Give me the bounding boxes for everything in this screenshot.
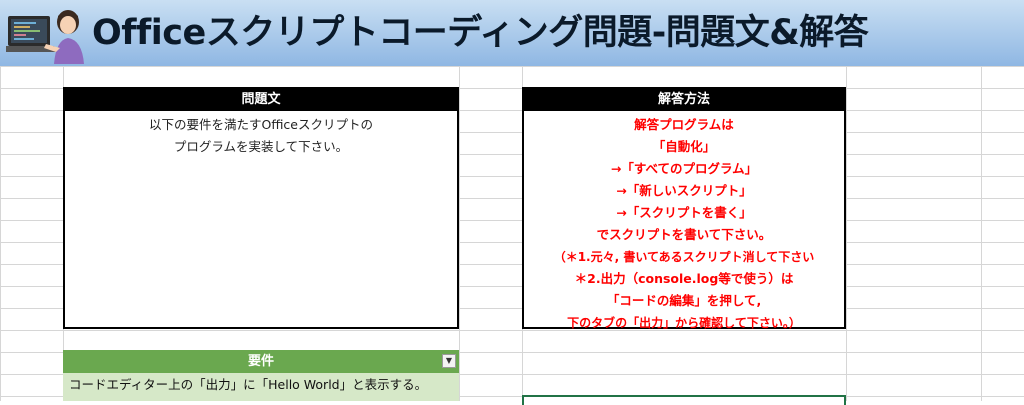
question-text: 以下の要件を満たすOfficeスクリプトの プログラムを実装して下さい。 <box>65 111 457 158</box>
column-divider <box>459 66 460 401</box>
answer-panel-header: 解答方法 <box>524 89 844 111</box>
answer-method-panel: 解答方法 解答プログラムは 「自動化」 →「すべてのプログラム」 →「新しいスク… <box>522 87 846 330</box>
instruction-line: →「すべてのプログラム」 <box>610 161 758 176</box>
requirements-header-label: 要件 <box>247 354 274 369</box>
requirements-table-header: 要件 ▼ <box>63 350 459 373</box>
instruction-line: 「コードの編集」を押して, <box>606 293 762 308</box>
selected-cell[interactable] <box>522 395 846 405</box>
answer-instructions: 解答プログラムは 「自動化」 →「すべてのプログラム」 →「新しいスクリプト」 … <box>524 111 844 334</box>
instruction-line: 解答プログラムは <box>634 117 734 132</box>
instruction-line: ＊2.出力（console.log等で使う）は <box>574 271 794 286</box>
dropdown-filter-icon[interactable]: ▼ <box>442 354 456 368</box>
question-line: プログラムを実装して下さい。 <box>173 139 349 154</box>
instruction-line: （＊1.元々, 書いてあるスクリプト消して下さい <box>553 250 815 264</box>
question-panel-header: 問題文 <box>65 89 457 111</box>
instruction-line: →「新しいスクリプト」 <box>616 183 752 198</box>
requirement-text: コードエディター上の「出力」に「Hello World」と表示する。 <box>69 377 428 392</box>
instruction-line: 「自動化」 <box>652 139 716 154</box>
person-at-laptop-icon <box>6 10 84 64</box>
table-row[interactable] <box>63 396 459 401</box>
instruction-line: でスクリプトを書いて下さい。 <box>596 227 772 242</box>
page-title: Officeスクリプトコーディング問題-問題文&解答 <box>92 13 869 53</box>
column-divider <box>981 66 982 401</box>
instruction-line: 下のタブの「出力」から確認して下さい。） <box>567 316 801 330</box>
question-line: 以下の要件を満たすOfficeスクリプトの <box>149 117 373 132</box>
instruction-line: →「スクリプトを書く」 <box>616 205 752 220</box>
question-panel: 問題文 以下の要件を満たすOfficeスクリプトの プログラムを実装して下さい。 <box>63 87 459 329</box>
column-divider <box>846 66 847 401</box>
table-row[interactable]: コードエディター上の「出力」に「Hello World」と表示する。 <box>63 373 459 396</box>
title-banner: Officeスクリプトコーディング問題-問題文&解答 <box>0 0 1024 67</box>
